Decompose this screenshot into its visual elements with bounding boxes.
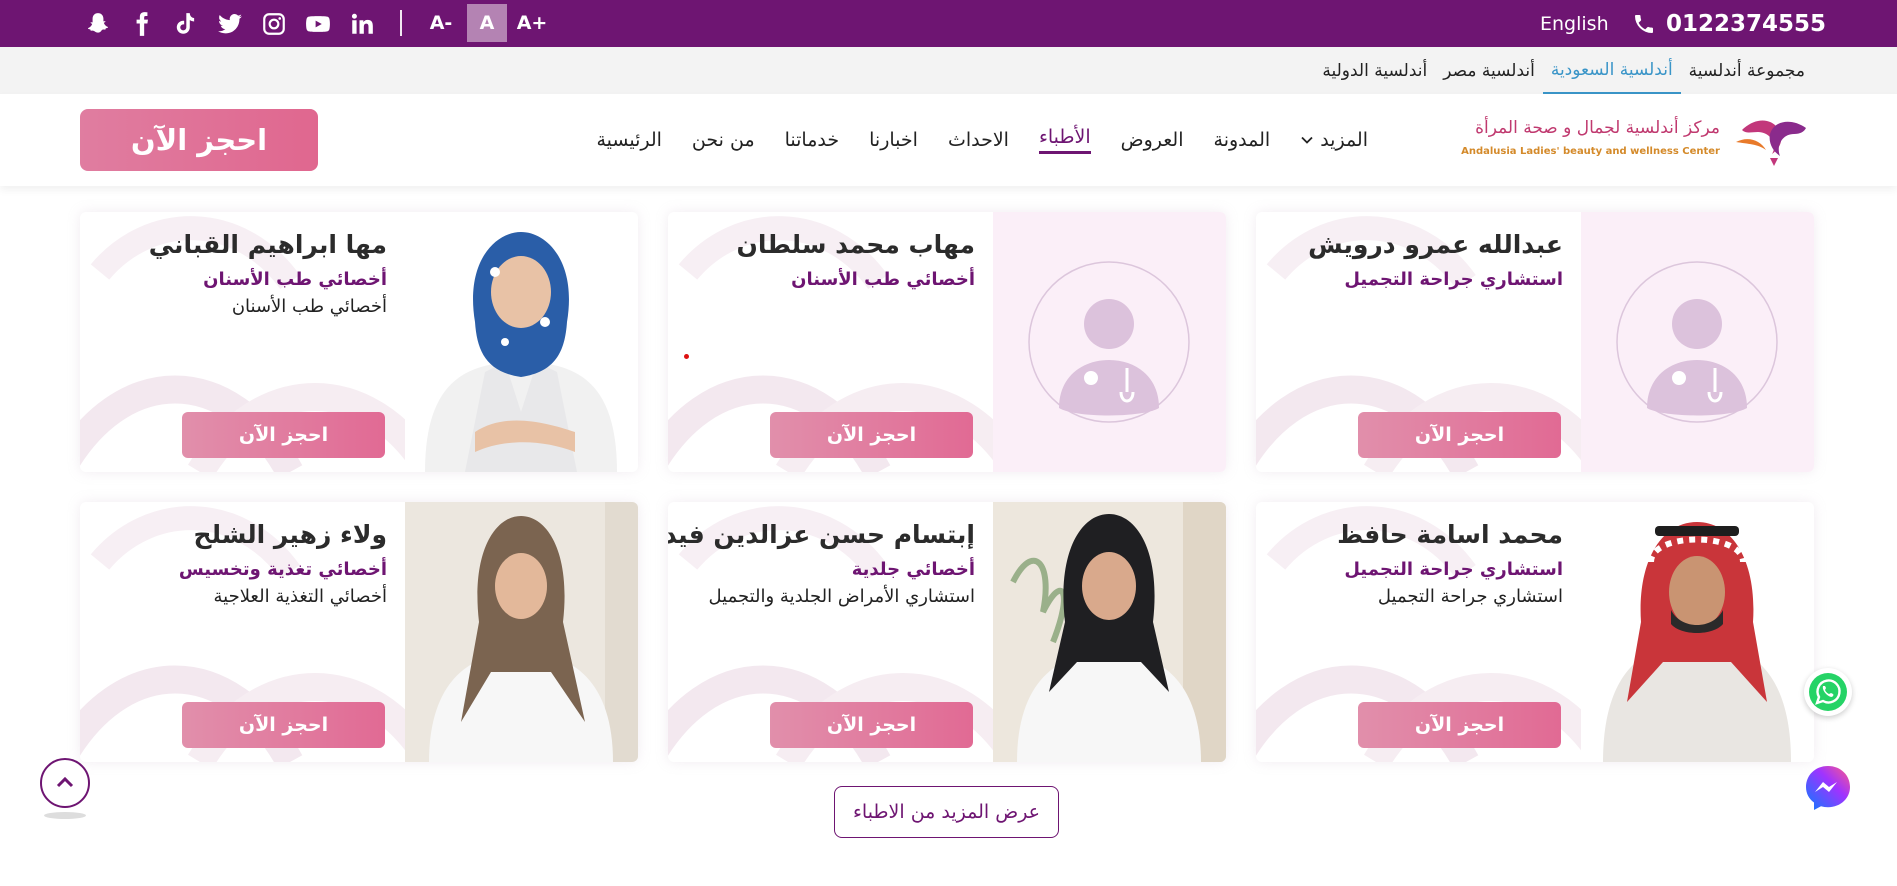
instagram-icon[interactable] (252, 0, 296, 47)
doctor-title: أخصائي طب الأسنان (203, 269, 387, 290)
doctor-photo (405, 212, 638, 472)
nav-label: المدونة (1213, 129, 1271, 151)
site-logo[interactable]: مركز أندلسية لجمال و صحة المرأة Andalusi… (1452, 110, 1814, 172)
messenger-button[interactable] (1802, 762, 1854, 814)
font-normal-button[interactable]: A (467, 4, 507, 42)
doctor-description: أخصائي التغذية العلاجية (213, 586, 387, 607)
phone-icon (1635, 14, 1653, 33)
nav-label: الرئيسية (596, 129, 662, 151)
phone-link[interactable]: 0122374555 (1632, 0, 1826, 47)
nav-label: من نحن (691, 129, 755, 151)
doctor-title: استشاري جراحة التجميل (1344, 559, 1563, 580)
whatsapp-button[interactable] (1804, 668, 1852, 716)
logo-english-text: Andalusia Ladies' beauty and wellness Ce… (1461, 146, 1720, 157)
nav-menu: الرئيسية من نحن خدماتنا اخبارنا الاحداث … (581, 94, 1383, 186)
main-nav: مركز أندلسية لجمال و صحة المرأة Andalusi… (0, 94, 1897, 186)
social-links (76, 0, 384, 47)
book-now-button[interactable]: احجز الآن (80, 109, 318, 171)
doctor-description: استشاري جراحة التجميل (1377, 586, 1563, 607)
doctor-book-button[interactable]: احجز الآن (1358, 412, 1561, 458)
doctor-name: مهاب محمد سلطان (736, 230, 975, 259)
nav-item-services[interactable]: خدماتنا (770, 94, 855, 186)
doctor-name: مها ابراهيم القباني (148, 230, 387, 259)
doctor-avatar-placeholder (1581, 212, 1814, 472)
branch-group[interactable]: مجموعة أندلسية (1681, 47, 1813, 94)
scroll-top-shadow (44, 812, 86, 819)
doctors-grid: عبدالله عمرو درويش استشاري جراحة التجميل… (80, 212, 1814, 762)
doctor-book-button[interactable]: احجز الآن (1358, 702, 1561, 748)
messenger-icon (1806, 766, 1850, 810)
decorative-dot (684, 354, 689, 359)
doctor-photo (1581, 502, 1814, 762)
doctor-card: مهاب محمد سلطان أخصائي طب الأسنان احجز ا… (668, 212, 1226, 472)
nav-label: اخبارنا (869, 129, 918, 151)
nav-label: الاحداث (947, 129, 1009, 151)
doctor-name: عبدالله عمرو درويش (1308, 230, 1563, 259)
logo-arabic-text: مركز أندلسية لجمال و صحة المرأة (1475, 118, 1720, 138)
branches-bar: مجموعة أندلسية أندلسية السعودية أندلسية … (0, 47, 1897, 94)
nav-item-home[interactable]: الرئيسية (581, 94, 676, 186)
more-doctors-button[interactable]: عرض المزيد من الاطباء (834, 786, 1059, 838)
doctor-book-button[interactable]: احجز الآن (770, 702, 973, 748)
tiktok-icon[interactable] (164, 0, 208, 47)
doctor-avatar-placeholder (993, 212, 1226, 472)
branch-saudi[interactable]: أندلسية السعودية (1542, 47, 1681, 94)
doctor-card: إبتسام حسن عزالدين فيده أخصائي جلدية است… (668, 502, 1226, 762)
nav-item-offers[interactable]: العروض (1106, 94, 1199, 186)
twitter-icon[interactable] (208, 0, 252, 47)
doctor-title: أخصائي طب الأسنان (791, 269, 975, 290)
nav-item-news[interactable]: اخبارنا (854, 94, 933, 186)
top-bar: A- A A+ English 0122374555 (0, 0, 1897, 47)
youtube-icon[interactable] (296, 0, 340, 47)
linkedin-icon[interactable] (340, 0, 384, 47)
nav-item-doctors[interactable]: الأطباء (1024, 94, 1106, 186)
branch-egypt[interactable]: أندلسية مصر (1435, 47, 1543, 94)
divider (400, 10, 402, 36)
doctor-card: مها ابراهيم القباني أخصائي طب الأسنان أخ… (80, 212, 638, 472)
nav-label: المزيد (1320, 129, 1368, 151)
doctor-book-button[interactable]: احجز الآن (182, 412, 385, 458)
doctor-name: ولاء زهير الشلح (193, 520, 387, 549)
logo-mark-icon (1736, 120, 1806, 166)
font-decrease-button[interactable]: A- (424, 4, 458, 42)
doctor-photo (993, 502, 1226, 762)
nav-item-about[interactable]: من نحن (677, 94, 770, 186)
doctor-card: عبدالله عمرو درويش استشاري جراحة التجميل… (1256, 212, 1814, 472)
phone-number: 0122374555 (1666, 10, 1827, 37)
doctor-book-button[interactable]: احجز الآن (770, 412, 973, 458)
nav-label: خدماتنا (784, 129, 840, 151)
doctor-book-button[interactable]: احجز الآن (182, 702, 385, 748)
chevron-up-icon (56, 776, 74, 788)
doctor-name: محمد اسامة حافظ (1337, 520, 1563, 549)
doctor-title: أخصائي تغذية وتخسيس (178, 559, 387, 580)
doctor-card: محمد اسامة حافظ استشاري جراحة التجميل اس… (1256, 502, 1814, 762)
nav-item-blog[interactable]: المدونة (1199, 94, 1286, 186)
scroll-to-top-button[interactable] (40, 758, 90, 808)
doctor-title: أخصائي جلدية (851, 559, 975, 580)
nav-label: الأطباء (1038, 126, 1091, 154)
doctor-description: أخصائي طب الأسنان (231, 296, 387, 317)
whatsapp-icon (1809, 673, 1847, 711)
nav-item-events[interactable]: الاحداث (933, 94, 1024, 186)
facebook-icon[interactable] (120, 0, 164, 47)
doctor-title: استشاري جراحة التجميل (1344, 269, 1563, 290)
doctor-card: ولاء زهير الشلح أخصائي تغذية وتخسيس أخصا… (80, 502, 638, 762)
nav-item-more[interactable]: المزيد (1285, 94, 1383, 186)
doctor-photo (405, 502, 638, 762)
doctor-description: استشاري الأمراض الجلدية والتجميل (708, 586, 975, 607)
font-increase-button[interactable]: A+ (515, 4, 549, 42)
nav-label: العروض (1120, 129, 1184, 151)
doctor-name: إبتسام حسن عزالدين فيده (668, 520, 975, 549)
branch-international[interactable]: أندلسية الدولية (1314, 47, 1435, 94)
snapchat-icon[interactable] (76, 0, 120, 47)
chevron-down-icon (1301, 136, 1313, 144)
language-switch[interactable]: English (1540, 0, 1609, 47)
